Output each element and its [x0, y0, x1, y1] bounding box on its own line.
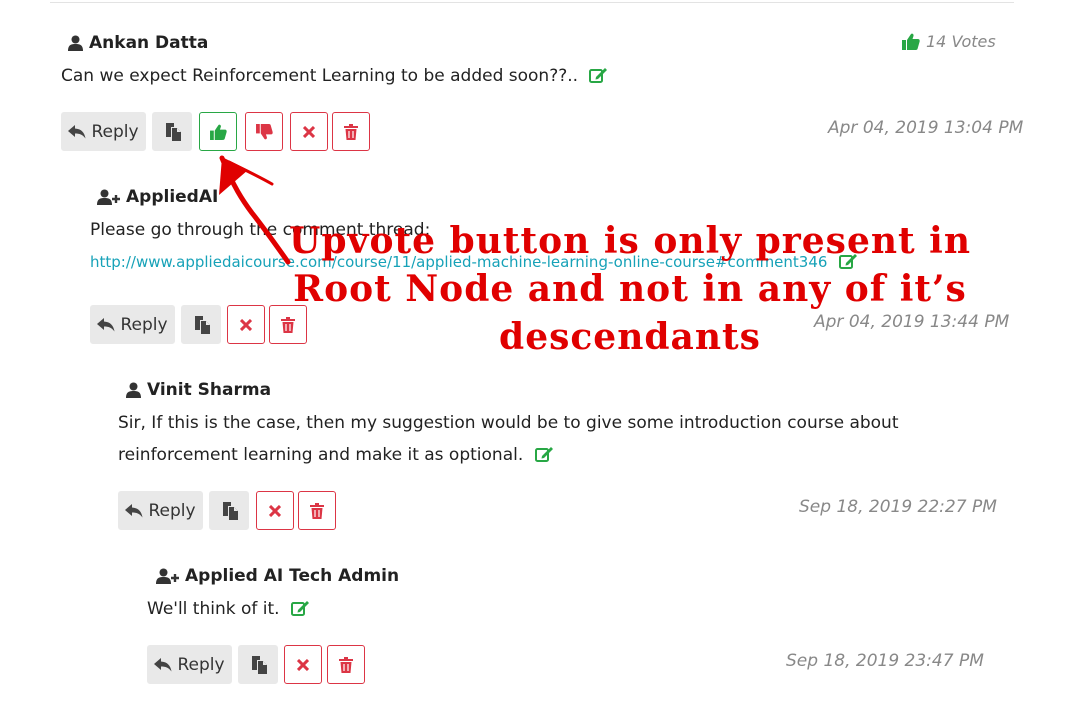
annotation-text: Upvote button is only present in Root No…: [288, 220, 972, 358]
